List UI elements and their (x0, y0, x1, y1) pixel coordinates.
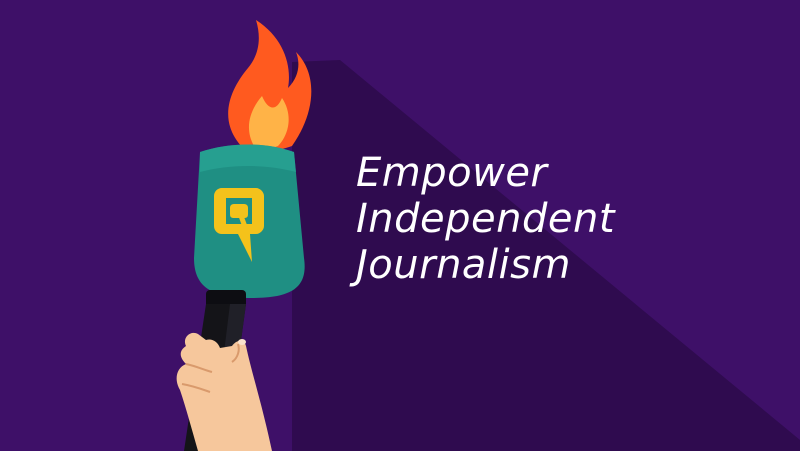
headline-line-2: Independent (356, 196, 616, 242)
flame-icon (228, 20, 312, 151)
headline-line-3: Journalism (356, 242, 571, 288)
headline-line-1: Empower (356, 150, 548, 196)
empower-journalism-banner: Empower Independent Journalism (0, 0, 800, 451)
headline: Empower Independent Journalism (356, 150, 615, 288)
